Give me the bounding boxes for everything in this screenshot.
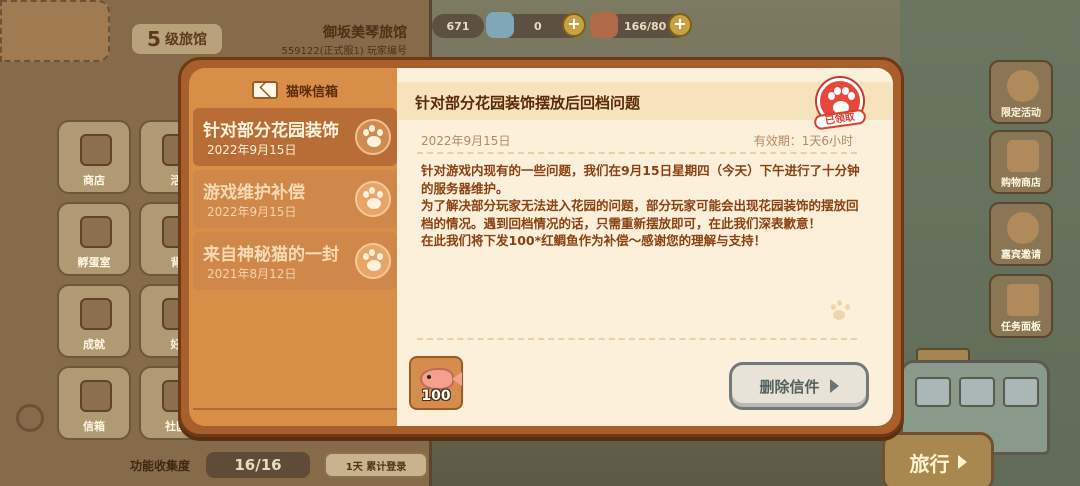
paw-decoration-icon (829, 298, 857, 322)
collection-value: 16/16 (206, 452, 310, 478)
ticket-icon (590, 12, 618, 38)
coin-counter: 671 (432, 14, 484, 38)
mail-body: 针对游戏内现有的一些问题，我们在9月15日星期四（今天）下午进行了十分钟的服务器… (421, 162, 861, 250)
red-snapper-fish-icon (420, 368, 462, 390)
paw-icon (355, 243, 391, 279)
mailbox-header: 猫咪信箱 (197, 74, 393, 106)
play-arrow-icon (829, 379, 839, 393)
delete-mail-label: 删除信件 (759, 377, 820, 396)
achievement-button[interactable]: 成就 (57, 284, 131, 358)
ticket-plus-button[interactable]: + (668, 13, 692, 37)
swirl-icon[interactable] (16, 404, 44, 432)
limited-event-label: 限定活动 (1001, 108, 1041, 119)
mailbox-label: 信箱 (83, 420, 105, 433)
van-window (959, 377, 995, 407)
shopping-store-label: 购物商店 (1001, 178, 1041, 189)
mail-item-title: 游戏维护补偿 (203, 183, 305, 203)
paw-icon (355, 181, 391, 217)
task-board-label: 任务面板 (1001, 322, 1041, 333)
mail-item-date: 2021年8月12日 (207, 267, 297, 281)
limited-event-button[interactable]: 限定活动 (989, 60, 1053, 124)
mailbox-modal: 猫咪信箱 针对部分花园装饰 2022年9月15日 游戏维护补偿 2022年9月1… (178, 57, 904, 437)
ticket-counter: 166/80 + (590, 12, 692, 38)
play-arrow-icon (957, 455, 967, 469)
mail-list-item[interactable]: 来自神秘猫的一封 2021年8月12日 (193, 232, 397, 290)
shop-button[interactable]: 商店 (57, 120, 131, 194)
achievement-label: 成就 (83, 338, 105, 351)
mail-title: 针对部分花园装饰摆放后回档问题 (415, 94, 641, 112)
mail-validity: 有效期：1天6小时 (753, 134, 853, 148)
mail-item-title: 针对部分花园装饰 (203, 121, 339, 141)
balloon-icon (1007, 70, 1039, 102)
mailbox-modal-inner: 猫咪信箱 针对部分花园装饰 2022年9月15日 游戏维护补偿 2022年9月1… (189, 68, 893, 426)
coin-value: 671 (446, 19, 470, 33)
dashed-divider (417, 152, 857, 154)
van-window (1003, 377, 1039, 407)
mail-item-date: 2022年9月15日 (207, 205, 297, 219)
cat-face-icon (1007, 212, 1039, 244)
inn-level-badge: 5 级旅馆 (132, 24, 222, 54)
guest-invite-label: 嘉宾邀请 (1001, 250, 1041, 261)
mailbox-button[interactable]: 信箱 (57, 366, 131, 440)
sidebar-divider (193, 408, 397, 410)
player-id: 559122(正式服1) 玩家编号 (281, 42, 407, 57)
fish-counter: 0 + (486, 12, 586, 38)
inn-level-number: 5 (147, 27, 161, 51)
player-id-value: 559122(正式服1) (281, 46, 364, 57)
mailbox-title: 猫咪信箱 (285, 84, 338, 100)
guest-invite-button[interactable]: 嘉宾邀请 (989, 202, 1053, 266)
fish-icon (486, 12, 514, 38)
task-board-button[interactable]: 任务面板 (989, 274, 1053, 338)
envelope-icon (251, 81, 278, 99)
paw-icon (355, 119, 391, 155)
collection-label: 功能收集度 (130, 459, 191, 473)
reward-count: 100 (421, 388, 451, 404)
player-id-label: 玩家编号 (367, 46, 407, 57)
mail-paragraph: 为了解决部分玩家无法进入花园的问题，部分玩家可能会出现花园装饰的摆放回档的情况。… (421, 198, 859, 231)
shopping-store-button[interactable]: 购物商店 (989, 130, 1053, 194)
fish-value: 0 (534, 19, 542, 33)
mail-list-item[interactable]: 游戏维护补偿 2022年9月15日 (193, 170, 397, 228)
mail-content-panel: 针对部分花园装饰摆放后回档问题 已领取 2022年9月15日 有效期：1天6小时… (397, 68, 893, 426)
mail-paragraph: 针对游戏内现有的一些问题，我们在9月15日星期四（今天）下午进行了十分钟的服务器… (421, 163, 860, 196)
delete-mail-button[interactable]: 删除信件 (729, 362, 869, 410)
travel-button[interactable]: 旅行 (882, 432, 994, 486)
ticket-value: 166/80 (624, 19, 667, 33)
mail-date: 2022年9月15日 (421, 134, 511, 148)
shop-icon (80, 134, 112, 166)
dashed-divider (417, 338, 857, 340)
board-icon (1007, 284, 1039, 316)
fish-plus-button[interactable]: + (562, 13, 586, 37)
login-days-pill[interactable]: 1天 累计登录 (324, 452, 428, 478)
mail-item-title: 来自神秘猫的一封 (203, 245, 339, 265)
travel-label: 旅行 (909, 451, 950, 476)
hatchery-button[interactable]: 孵蛋室 (57, 202, 131, 276)
hatchery-label: 孵蛋室 (77, 256, 111, 269)
inn-name: 御坂美琴旅馆 (323, 25, 407, 41)
hatchery-icon (80, 216, 112, 248)
mail-list-item[interactable]: 针对部分花园装饰 2022年9月15日 (193, 108, 397, 166)
inn-level-label: 级旅馆 (164, 32, 207, 48)
chest-icon (80, 298, 112, 330)
ticket-decoration (0, 0, 110, 62)
shop-label: 商店 (83, 174, 105, 187)
mail-list-sidebar: 猫咪信箱 针对部分花园装饰 2022年9月15日 游戏维护补偿 2022年9月1… (189, 68, 397, 426)
van-window (915, 377, 951, 407)
mail-item-date: 2022年9月15日 (207, 143, 297, 157)
envelope-icon (80, 380, 112, 412)
shop-icon (1007, 140, 1039, 172)
mail-paragraph: 在此我们将下发100*红鲷鱼作为补偿～感谢您的理解与支持！ (421, 233, 767, 248)
